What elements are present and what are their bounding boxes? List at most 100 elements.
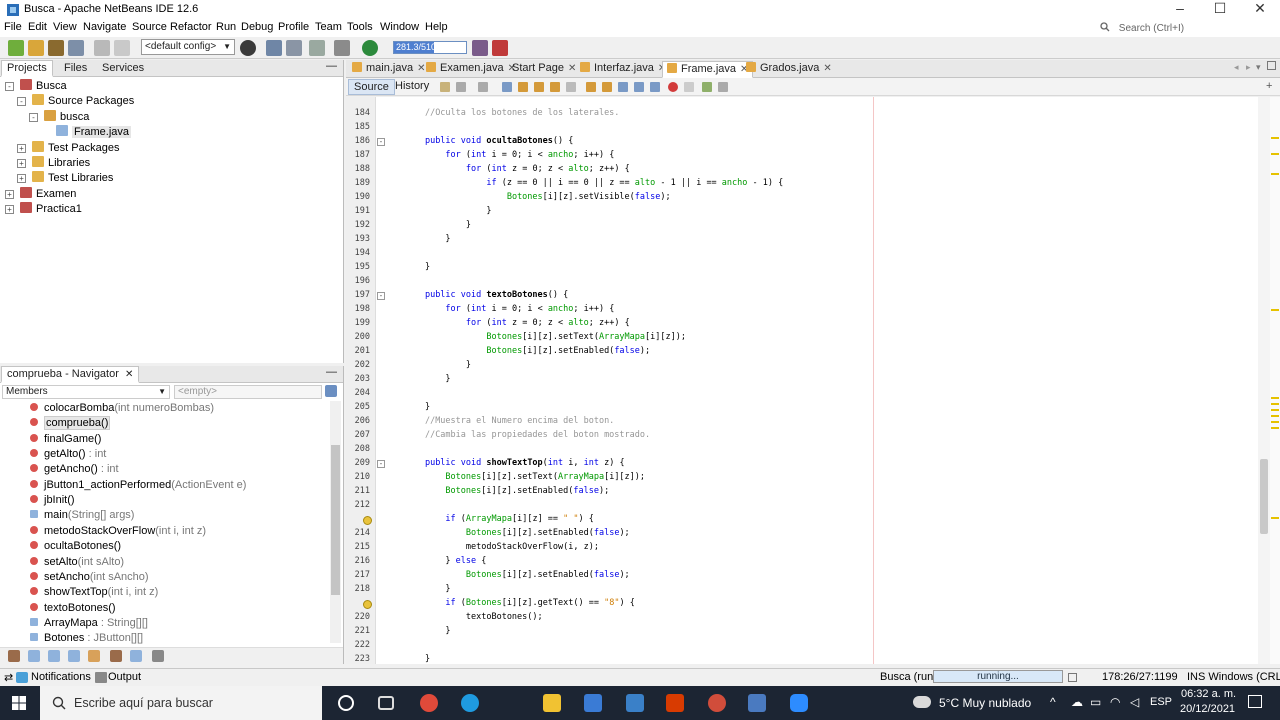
tab-history[interactable]: History <box>390 79 434 95</box>
tree-item[interactable]: - Busca <box>5 79 67 94</box>
notifications-icon[interactable]: ⇄ <box>4 671 13 684</box>
editor-scrollbar[interactable] <box>1258 97 1270 664</box>
tab-projects[interactable]: Projects <box>1 60 53 77</box>
code-line[interactable]: for (int i = 0; i < ancho; i++) { <box>384 304 614 314</box>
code-line[interactable]: if (ArrayMapa[i][z] == " ") { <box>384 514 593 524</box>
find-previous-icon[interactable] <box>518 82 528 92</box>
open-project-icon[interactable] <box>48 40 64 56</box>
menu-edit[interactable]: Edit <box>28 21 47 33</box>
comment-icon[interactable] <box>702 82 712 92</box>
tree-item[interactable]: + Test Packages <box>17 140 120 156</box>
code-line[interactable]: } <box>384 374 450 384</box>
scroll-tabs-right-icon[interactable]: ▸ <box>1246 62 1251 73</box>
code-line[interactable]: } <box>384 220 471 230</box>
tree-item[interactable]: Frame.java <box>56 125 132 140</box>
warning-mark[interactable] <box>1271 421 1279 423</box>
tab-list-icon[interactable]: ▾ <box>1256 62 1261 73</box>
tree-item[interactable]: - busca <box>29 109 89 125</box>
tab-services[interactable]: Services <box>102 62 144 74</box>
tree-item[interactable]: + Examen <box>5 186 76 202</box>
warning-mark[interactable] <box>1271 397 1279 399</box>
tree-item[interactable]: + Practica1 <box>5 202 82 217</box>
find-next-icon[interactable] <box>534 82 544 92</box>
sort-name-icon[interactable] <box>110 650 122 662</box>
code-line[interactable]: Botones[i][z].setEnabled(false); <box>384 486 609 496</box>
zoom-icon[interactable] <box>790 694 808 712</box>
globe-icon[interactable] <box>240 40 256 56</box>
code-line[interactable]: Botones[i][z].setEnabled(false); <box>384 346 650 356</box>
shift-right-icon[interactable] <box>650 82 660 92</box>
member-item[interactable]: getAncho() : int <box>30 462 119 477</box>
collapse-icon[interactable]: - <box>5 82 14 91</box>
scroll-tabs-left-icon[interactable]: ◂ <box>1234 62 1239 73</box>
member-item[interactable]: main(String[] args) <box>30 508 134 523</box>
code-line[interactable]: for (int z = 0; z < alto; z++) { <box>384 318 630 328</box>
tab-frame-java[interactable]: Frame.java ✕ <box>662 61 754 78</box>
notification-center-icon[interactable] <box>1248 695 1262 708</box>
maximize-editor-icon[interactable] <box>1267 61 1276 70</box>
menu-file[interactable]: File <box>4 21 22 33</box>
tab-grados-java[interactable]: Grados.java ✕ <box>742 61 836 78</box>
menu-help[interactable]: Help <box>425 21 448 33</box>
garbage-collect-icon[interactable] <box>492 40 508 56</box>
last-edit-icon[interactable] <box>440 82 450 92</box>
member-item[interactable]: comprueba() <box>30 416 111 431</box>
tree-item[interactable]: - Source Packages <box>17 94 134 109</box>
build-hammer-icon[interactable] <box>266 40 282 56</box>
code-line[interactable]: Botones[i][z].setVisible(false); <box>384 192 671 202</box>
cancel-task-icon[interactable] <box>1068 673 1077 682</box>
taskbar-search[interactable]: Escribe aquí para buscar <box>40 686 322 720</box>
member-item[interactable]: textoBotones() <box>30 601 116 616</box>
tree-item[interactable]: + Test Libraries <box>17 171 113 186</box>
sort-order-icon[interactable] <box>152 650 164 662</box>
code-line[interactable]: if (Botones[i][z].getText() == "8") { <box>384 598 634 608</box>
filter-fields-icon[interactable] <box>28 650 40 662</box>
code-line[interactable]: for (int i = 0; i < ancho; i++) { <box>384 150 614 160</box>
code-line[interactable]: } <box>384 402 430 412</box>
code-line[interactable]: public void textoBotones() { <box>384 290 568 300</box>
wifi-icon[interactable]: ◠ <box>1110 695 1120 709</box>
tab-main-java[interactable]: main.java ✕ <box>348 61 429 78</box>
maximize-button[interactable]: ☐ <box>1200 0 1240 20</box>
tray-expand-icon[interactable]: ^ <box>1050 695 1056 709</box>
ide-search-input[interactable]: Search (Ctrl+I) <box>1100 22 1270 36</box>
add-icon[interactable]: + <box>1266 80 1272 92</box>
code-line[interactable]: } <box>384 360 471 370</box>
warning-mark[interactable] <box>1271 403 1279 405</box>
cortana-icon[interactable] <box>338 695 354 711</box>
memory-indicator[interactable]: 281.3/510.0MB <box>393 41 467 54</box>
code-line[interactable]: public void ocultaBotones() { <box>384 136 573 146</box>
member-item[interactable]: setAncho(int sAncho) <box>30 570 149 585</box>
editor-scroll-thumb[interactable] <box>1260 459 1268 534</box>
task-view-icon[interactable] <box>378 696 394 710</box>
navigator-options-icon[interactable] <box>325 385 337 397</box>
toggle-highlight-icon[interactable] <box>550 82 560 92</box>
code-line[interactable]: //Cambia las propiedades del boton mostr… <box>384 430 650 440</box>
config-select[interactable]: <default config> ▼ <box>141 39 235 55</box>
warning-mark[interactable] <box>1271 137 1279 139</box>
menu-profile[interactable]: Profile <box>278 21 309 33</box>
output-button[interactable]: Output <box>108 671 141 683</box>
expand-icon[interactable]: + <box>5 189 14 199</box>
redo-icon[interactable] <box>114 40 130 56</box>
menu-run[interactable]: Run <box>216 21 236 33</box>
debug-project-icon[interactable] <box>334 40 350 56</box>
warning-mark[interactable] <box>1271 309 1279 311</box>
code-line[interactable]: } <box>384 654 430 664</box>
code-line[interactable]: textoBotones(); <box>384 612 543 622</box>
navigator-scrollbar[interactable] <box>330 401 341 643</box>
code-line[interactable]: } else { <box>384 556 486 566</box>
warning-bulb-icon[interactable] <box>363 516 372 525</box>
new-file-icon[interactable] <box>28 40 44 56</box>
chrome-icon[interactable] <box>420 694 438 712</box>
language-indicator[interactable]: ESP <box>1150 696 1172 708</box>
weather-icon[interactable] <box>913 696 931 708</box>
menu-refactor[interactable]: Refactor <box>170 21 212 33</box>
menu-source[interactable]: Source <box>132 21 167 33</box>
tab-interfaz-java[interactable]: Interfaz.java✕ <box>576 61 670 78</box>
store-icon[interactable] <box>584 694 602 712</box>
minimize-pane-icon[interactable]: — <box>326 366 337 378</box>
code-line[interactable]: } <box>384 262 430 272</box>
output-icon[interactable] <box>95 672 107 683</box>
minimize-pane-icon[interactable]: — <box>326 60 337 72</box>
